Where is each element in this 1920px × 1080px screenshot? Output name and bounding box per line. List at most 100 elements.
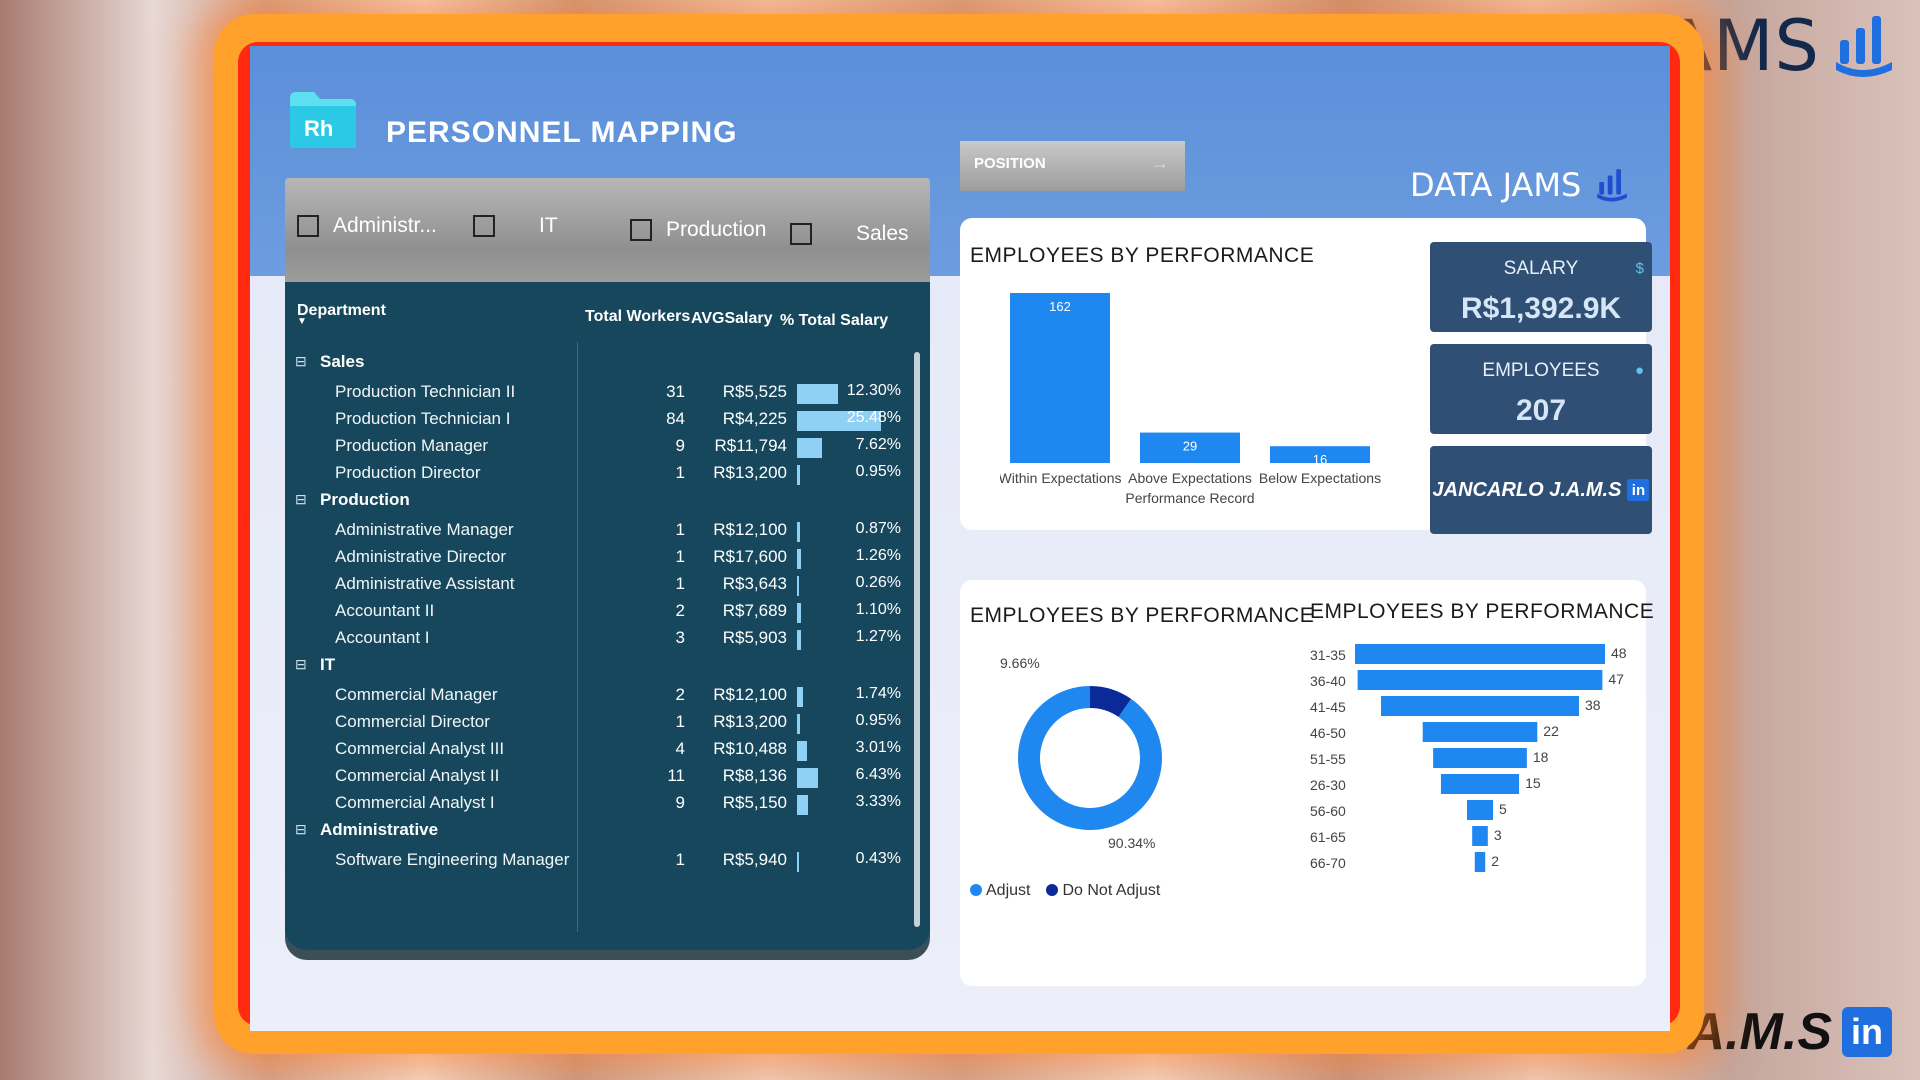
scrollbar[interactable] [914, 352, 920, 927]
salary-matrix: Department ▼ Total Workers AVGSalary % T… [285, 282, 930, 950]
department-slicer: Administr... IT Production Sales [285, 178, 930, 298]
total-workers-cell: 9 [675, 436, 685, 455]
position-label: Production Director [335, 463, 481, 482]
table-row[interactable]: Commercial Director 1 R$13,200 0.95% [285, 712, 905, 740]
table-row[interactable]: Software Engineering Manager 1 R$5,940 0.43… [285, 850, 905, 878]
position-label: Commercial Analyst I [335, 793, 495, 812]
author-card-name: JANCARLO J.A.M.S [1432, 478, 1622, 501]
table-row[interactable]: Production Technician I 84 R$4,225 25.48% [285, 409, 905, 437]
pct-data-bar [797, 576, 799, 596]
slicer-label: IT [539, 214, 558, 237]
table-row[interactable]: Commercial Analyst II 11 R$8,136 6.43% [285, 766, 905, 794]
person-icon: ● [1634, 362, 1644, 379]
table-row[interactable]: Commercial Manager 2 R$12,100 1.74% [285, 685, 905, 713]
bar-value-label: 16 [1313, 452, 1327, 467]
pct-total-salary-cell: 1.10% [855, 601, 901, 618]
table-row[interactable]: Commercial Analyst III 4 R$10,488 3.01% [285, 739, 905, 767]
table-row[interactable]: Administrative Assistant 1 R$3,643 0.26% [285, 574, 905, 602]
funnel-value-label: 47 [1608, 671, 1624, 687]
funnel-category-label: 26-30 [1310, 777, 1346, 793]
pct-total-salary-cell: 12.30% [846, 382, 901, 399]
table-row[interactable]: Commercial Analyst I 9 R$5,150 3.33% [285, 793, 905, 821]
table-row[interactable]: Accountant I 3 R$5,903 1.27% [285, 628, 905, 656]
table-row[interactable]: Administrative Director 1 R$17,600 1.26% [285, 547, 905, 575]
collapse-icon[interactable]: ⊟ [295, 353, 307, 370]
category-label: Above Expectations [1128, 470, 1252, 486]
pct-data-bar [797, 741, 807, 761]
avg-salary-cell: R$12,100 [713, 520, 787, 539]
logo-text: Rh [304, 116, 333, 141]
table-row[interactable]: Production Technician II 31 R$5,525 12.30% [285, 382, 905, 410]
position-label: Accountant I [335, 628, 430, 647]
group-row[interactable]: ⊟ Administrative [285, 820, 905, 848]
collapse-icon[interactable]: ⊟ [295, 491, 307, 508]
funnel-value-label: 5 [1499, 801, 1507, 817]
collapse-icon[interactable]: ⊟ [295, 821, 307, 838]
table-row[interactable]: Production Manager 9 R$11,794 7.62% [285, 436, 905, 464]
position-label: Commercial Director [335, 712, 490, 731]
slicer-label: Sales [856, 222, 909, 245]
collapse-icon[interactable]: ⊟ [295, 656, 307, 673]
employees-kpi-value: 207 [1515, 394, 1567, 427]
group-label: Production [320, 490, 410, 509]
col-header-total-workers[interactable]: Total Workers [585, 308, 690, 326]
legend-item-do-not-adjust[interactable]: Do Not Adjust [1046, 882, 1160, 900]
slicer-item-sales[interactable]: Sales [790, 222, 909, 246]
position-label: Software Engineering Manager [335, 850, 570, 869]
employees-kpi-label: EMPLOYEES [1482, 360, 1600, 381]
author-card[interactable]: JANCARLO J.A.M.S in [1430, 446, 1652, 534]
checkbox[interactable] [297, 215, 319, 237]
avg-salary-cell: R$8,136 [722, 766, 787, 785]
funnel-bar [1355, 644, 1605, 664]
funnel-category-label: 56-60 [1310, 803, 1346, 819]
money-icon: $ [1635, 260, 1644, 277]
position-button[interactable]: POSITION → [960, 141, 1185, 191]
arrow-right-icon: → [1151, 153, 1169, 173]
pct-data-bar [797, 522, 800, 542]
col-header-avg-salary[interactable]: AVGSalary [691, 310, 773, 328]
position-label: Commercial Analyst II [335, 766, 500, 785]
linkedin-icon[interactable]: in [1842, 1007, 1892, 1057]
funnel-value-label: 3 [1494, 827, 1502, 843]
col-header-pct-total-salary[interactable]: % Total Salary [780, 312, 888, 330]
group-row[interactable]: ⊟ IT [285, 655, 905, 683]
table-row[interactable]: Administrative Manager 1 R$12,100 0.87% [285, 520, 905, 548]
pct-total-salary-cell: 1.26% [855, 547, 901, 564]
funnel-category-label: 66-70 [1310, 855, 1346, 871]
performance-bar [1010, 293, 1110, 463]
bar-chart-logo-icon [1597, 169, 1628, 202]
table-row[interactable]: Production Director 1 R$13,200 0.95% [285, 463, 905, 491]
funnel-value-label: 48 [1611, 645, 1627, 661]
total-workers-cell: 2 [675, 601, 685, 620]
x-axis-title: Performance Record [1125, 490, 1254, 506]
avg-salary-cell: R$5,150 [722, 793, 787, 812]
slicer-item-production[interactable]: Production [630, 218, 766, 242]
sort-caret-icon[interactable]: ▼ [297, 316, 307, 327]
position-label: Administrative Director [335, 547, 506, 566]
slicer-item-it[interactable]: IT [473, 214, 558, 238]
pct-total-salary-cell: 3.33% [855, 793, 901, 810]
funnel-bar [1472, 826, 1488, 846]
linkedin-icon[interactable]: in [1627, 479, 1650, 501]
funnel-category-label: 31-35 [1310, 647, 1346, 663]
funnel-bar [1440, 774, 1520, 794]
group-row[interactable]: ⊟ Sales [285, 352, 905, 380]
donut-title: EMPLOYEES BY PERFORMANCE [970, 604, 1315, 627]
group-row[interactable]: ⊟ Production [285, 490, 905, 518]
total-workers-cell: 3 [675, 628, 685, 647]
checkbox[interactable] [790, 223, 812, 245]
inner-brand-name: DATA JAMS [1410, 166, 1582, 204]
position-label: Commercial Manager [335, 685, 498, 704]
slicer-item-administrative[interactable]: Administr... [297, 214, 437, 238]
checkbox[interactable] [630, 219, 652, 241]
avg-salary-cell: R$4,225 [722, 409, 787, 428]
legend-item-adjust[interactable]: Adjust [970, 882, 1030, 900]
total-workers-cell: 84 [666, 409, 685, 428]
pct-total-salary-cell: 25.48% [846, 409, 901, 426]
col-header-department[interactable]: Department [297, 302, 386, 320]
checkbox[interactable] [473, 215, 495, 237]
page-title: PERSONNEL MAPPING [386, 116, 738, 149]
avg-salary-cell: R$5,903 [722, 628, 787, 647]
table-row[interactable]: Accountant II 2 R$7,689 1.10% [285, 601, 905, 629]
avg-salary-cell: R$5,525 [722, 382, 787, 401]
